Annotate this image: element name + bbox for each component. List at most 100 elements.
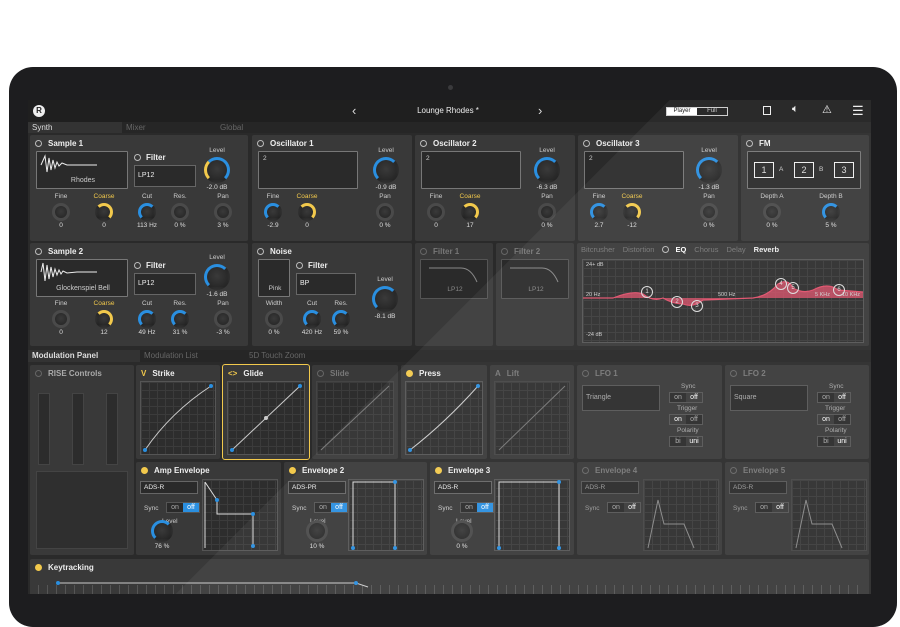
pan-knob[interactable]: [376, 203, 394, 221]
off-option[interactable]: off: [834, 415, 850, 424]
tab-modulation-list[interactable]: Modulation List: [140, 350, 245, 362]
power-icon[interactable]: [406, 369, 413, 377]
sync-toggle[interactable]: on off: [755, 502, 789, 513]
tab-bitcrusher[interactable]: Bitcrusher: [577, 243, 619, 255]
power-icon[interactable]: [583, 139, 590, 147]
env-graph[interactable]: [348, 479, 424, 551]
on-option[interactable]: on: [670, 393, 686, 402]
pan-knob[interactable]: [214, 203, 232, 221]
resonance-knob[interactable]: [171, 310, 189, 328]
fm-routing[interactable]: 1 A 2 B 3: [747, 151, 861, 189]
level-knob[interactable]: [306, 520, 328, 542]
coarse-knob[interactable]: [95, 310, 113, 328]
off-option[interactable]: off: [331, 503, 347, 512]
power-icon[interactable]: [582, 466, 589, 474]
uni-option[interactable]: uni: [686, 437, 702, 446]
tab-chorus[interactable]: Chorus: [690, 243, 722, 255]
sample-waveform[interactable]: Glockenspiel Bell: [36, 259, 128, 297]
tab-synth[interactable]: Synth: [28, 122, 122, 133]
rise-fader-3[interactable]: [106, 393, 118, 465]
prev-preset-button[interactable]: ‹: [352, 103, 356, 118]
level-knob[interactable]: [696, 157, 722, 183]
bi-option[interactable]: bi: [818, 437, 834, 446]
trigger-toggle[interactable]: on off: [669, 414, 703, 425]
off-option[interactable]: off: [477, 503, 493, 512]
power-icon[interactable]: [730, 466, 737, 474]
power-icon[interactable]: [435, 466, 442, 474]
app-logo-icon[interactable]: R: [33, 105, 45, 117]
power-icon[interactable]: [35, 139, 42, 147]
pan-knob[interactable]: [538, 203, 556, 221]
power-icon[interactable]: [134, 154, 141, 161]
off-option[interactable]: off: [686, 415, 702, 424]
power-icon[interactable]: [420, 139, 427, 147]
rise-fader-1[interactable]: [38, 393, 50, 465]
power-icon[interactable]: [35, 247, 42, 255]
sync-toggle[interactable]: on off: [607, 502, 641, 513]
uni-option[interactable]: uni: [834, 437, 850, 446]
power-icon[interactable]: [289, 466, 296, 474]
eq-node-3[interactable]: 3: [691, 300, 703, 312]
tab-delay[interactable]: Delay: [722, 243, 749, 255]
power-icon[interactable]: [257, 247, 264, 255]
osc-waveform[interactable]: 2: [584, 151, 684, 189]
env-mode-select[interactable]: ADS-R: [434, 481, 492, 494]
full-mode[interactable]: Full: [697, 108, 727, 115]
env-graph[interactable]: [791, 479, 867, 551]
depth-a-knob[interactable]: [763, 203, 781, 221]
power-icon[interactable]: [296, 262, 303, 269]
power-icon[interactable]: [730, 369, 737, 377]
fm-op2[interactable]: 2: [794, 162, 814, 178]
level-knob[interactable]: [451, 520, 473, 542]
filter-curve[interactable]: LP12: [501, 259, 569, 299]
power-icon[interactable]: [317, 369, 324, 377]
fine-knob[interactable]: [52, 203, 70, 221]
on-option[interactable]: on: [756, 503, 772, 512]
env-graph[interactable]: [494, 479, 570, 551]
on-option[interactable]: on: [818, 415, 834, 424]
filter-type-select[interactable]: BP: [296, 273, 356, 295]
fm-op3[interactable]: 3: [834, 162, 854, 178]
tab-5d-touch-zoom[interactable]: 5D Touch Zoom: [245, 350, 355, 362]
pan-knob[interactable]: [700, 203, 718, 221]
env-mode-select[interactable]: ADS-R: [729, 481, 787, 494]
tab-distortion[interactable]: Distortion: [619, 243, 659, 255]
off-option[interactable]: off: [624, 503, 640, 512]
filter-curve[interactable]: LP12: [420, 259, 488, 299]
power-icon[interactable]: [257, 139, 264, 147]
on-option[interactable]: on: [461, 503, 477, 512]
level-knob[interactable]: [373, 157, 399, 183]
bi-option[interactable]: bi: [670, 437, 686, 446]
level-knob[interactable]: [204, 157, 230, 183]
fine-knob[interactable]: [264, 203, 282, 221]
power-icon[interactable]: [501, 247, 508, 255]
sync-toggle[interactable]: on off: [669, 392, 703, 403]
lfo-shape-select[interactable]: Triangle: [582, 385, 660, 411]
off-option[interactable]: off: [834, 393, 850, 402]
power-icon[interactable]: [141, 466, 148, 474]
tab-reverb[interactable]: Reverb: [750, 243, 783, 255]
player-mode[interactable]: Player: [667, 108, 697, 115]
speaker-icon[interactable]: 🔈︎: [792, 103, 799, 116]
env-mode-select[interactable]: ADS-PR: [288, 481, 346, 494]
next-preset-button[interactable]: ›: [538, 103, 542, 118]
fine-knob[interactable]: [52, 310, 70, 328]
slide-curve[interactable]: [316, 381, 394, 455]
tab-mixer[interactable]: Mixer: [122, 122, 216, 133]
on-option[interactable]: on: [608, 503, 624, 512]
tab-global[interactable]: Global: [216, 122, 310, 133]
power-icon[interactable]: [662, 246, 670, 253]
sync-toggle[interactable]: on off: [817, 392, 851, 403]
rise-fader-2[interactable]: [72, 393, 84, 465]
on-option[interactable]: on: [315, 503, 331, 512]
off-option[interactable]: off: [772, 503, 788, 512]
power-icon[interactable]: [134, 262, 141, 269]
level-knob[interactable]: [151, 520, 173, 542]
pan-knob[interactable]: [214, 310, 232, 328]
tab-modulation-panel[interactable]: Modulation Panel: [28, 350, 140, 362]
eq-node-4[interactable]: 4: [775, 278, 787, 290]
env-graph[interactable]: [202, 479, 278, 551]
cutoff-knob[interactable]: [138, 203, 156, 221]
eq-graph[interactable]: 24+ dB -24 dB 20 Hz 500 Hz 5 KHz 10 KHz …: [582, 259, 864, 343]
filter-type-select[interactable]: LP12: [134, 165, 196, 187]
